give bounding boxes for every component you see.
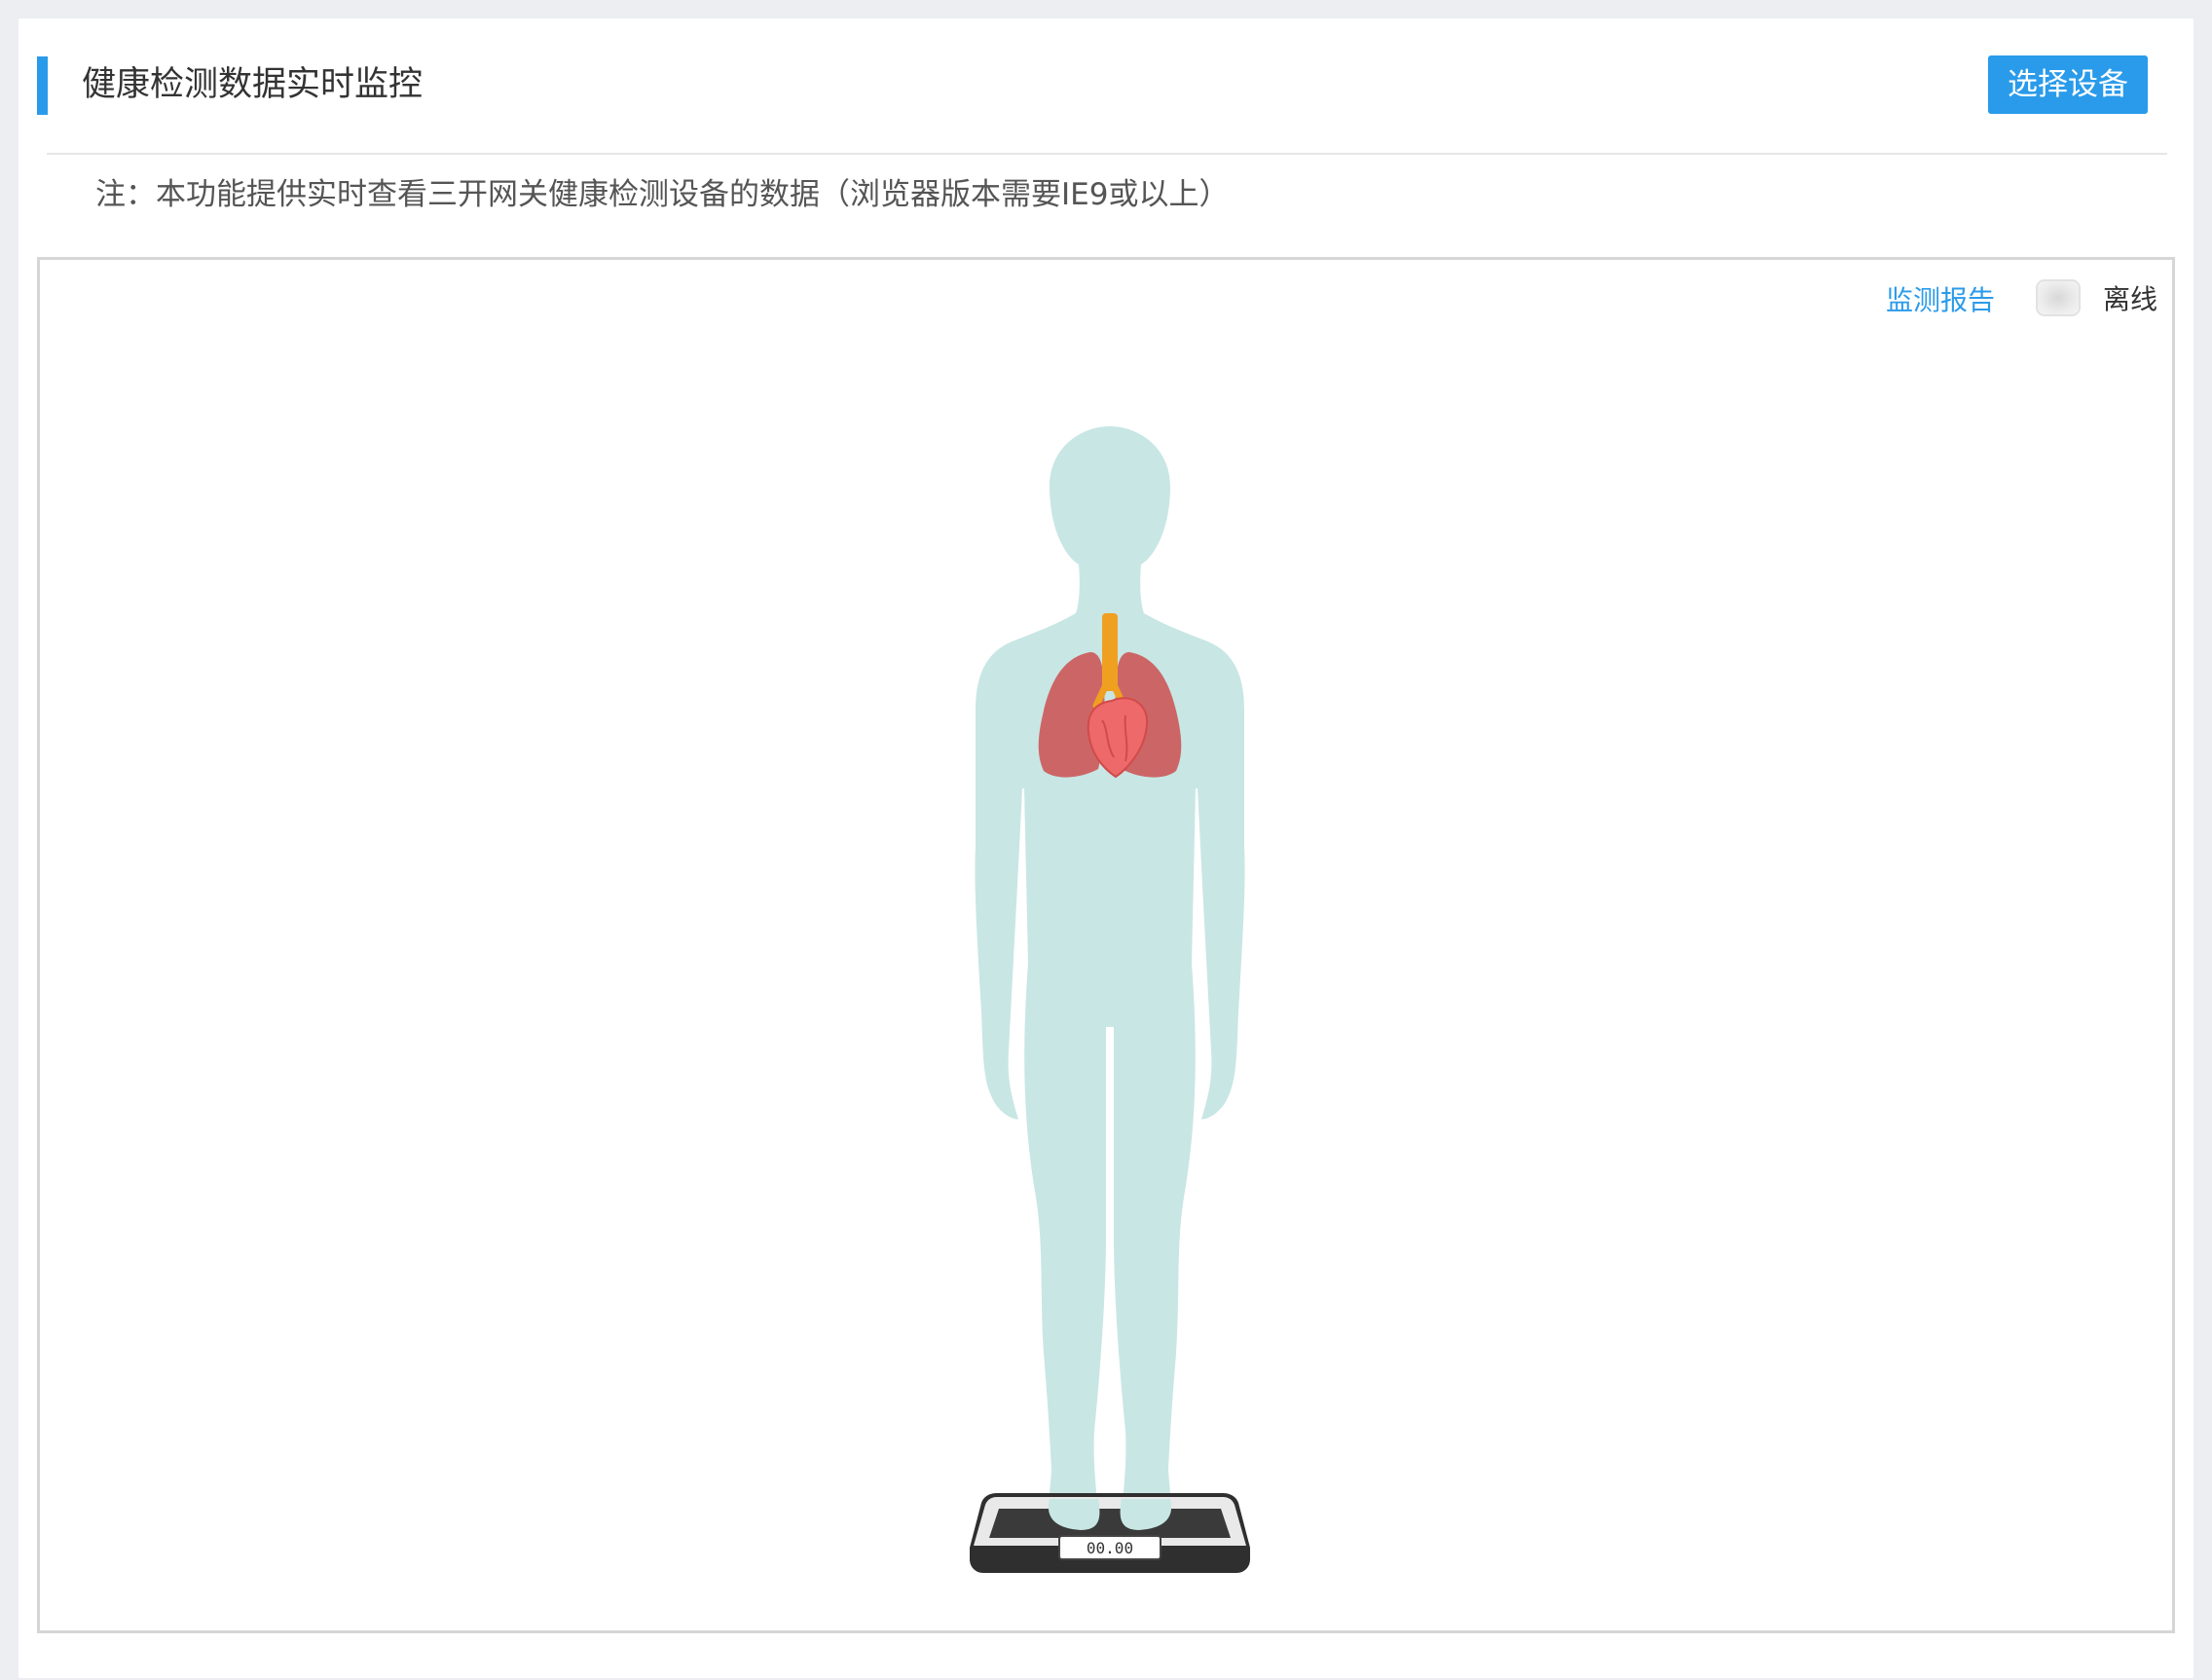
title-accent-bar (37, 56, 48, 115)
info-note: 注：本功能提供实时查看三开网关健康检测设备的数据（浏览器版本需要IE9或以上） (95, 177, 1230, 212)
monitor-report-link[interactable]: 监测报告 (1886, 280, 1995, 321)
human-body-figure: 00.00 (970, 426, 1250, 1573)
status-indicator-icon (2036, 279, 2081, 316)
select-device-button[interactable]: 选择设备 (1988, 55, 2148, 114)
weighing-scale: 00.00 (970, 1493, 1250, 1573)
header-divider (47, 153, 2167, 155)
scale-reading: 00.00 (1087, 1539, 1133, 1557)
status-label: 离线 (2103, 283, 2158, 315)
body-silhouette (975, 426, 1245, 1536)
page-title: 健康检测数据实时监控 (82, 65, 424, 104)
